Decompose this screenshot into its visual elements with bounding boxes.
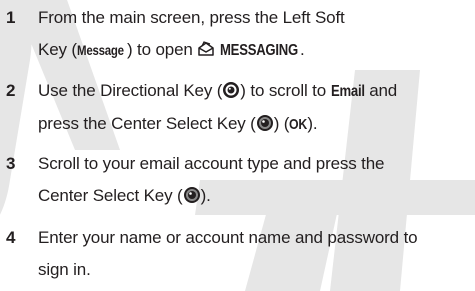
step-text: Enter your name or account name and pass… xyxy=(38,222,472,286)
step-line: Key (Message) to open MESSAGING. xyxy=(38,34,472,67)
step-text: From the main screen, press the Left Sof… xyxy=(38,2,472,67)
step-line: Scroll to your email account type and pr… xyxy=(38,154,385,173)
center-select-key-icon xyxy=(256,114,274,132)
menu-item: Email xyxy=(330,83,365,100)
step-number: 3 xyxy=(6,154,16,173)
step-line: sign in. xyxy=(38,260,91,279)
step-line: press the Center Select Key () (OK). xyxy=(38,108,472,141)
soft-key-label: OK xyxy=(289,116,308,133)
step-line: Center Select Key (). xyxy=(38,186,211,205)
menu-name: MESSAGING xyxy=(219,42,298,59)
step-number: 4 xyxy=(6,228,16,247)
step-line: Use the Directional Key () to scroll to … xyxy=(38,75,472,108)
step-text: Scroll to your email account type and pr… xyxy=(38,148,472,212)
step-text: Use the Directional Key () to scroll to … xyxy=(38,75,472,141)
step-line: From the main screen, press the Left Sof… xyxy=(38,8,345,27)
step-line: Enter your name or account name and pass… xyxy=(38,228,418,247)
messaging-envelope-icon xyxy=(197,40,215,58)
step-number: 1 xyxy=(6,8,16,27)
directional-key-icon xyxy=(222,81,240,99)
center-select-key-icon xyxy=(183,186,201,204)
soft-key-label: Message xyxy=(76,42,124,58)
step-number: 2 xyxy=(6,81,16,100)
